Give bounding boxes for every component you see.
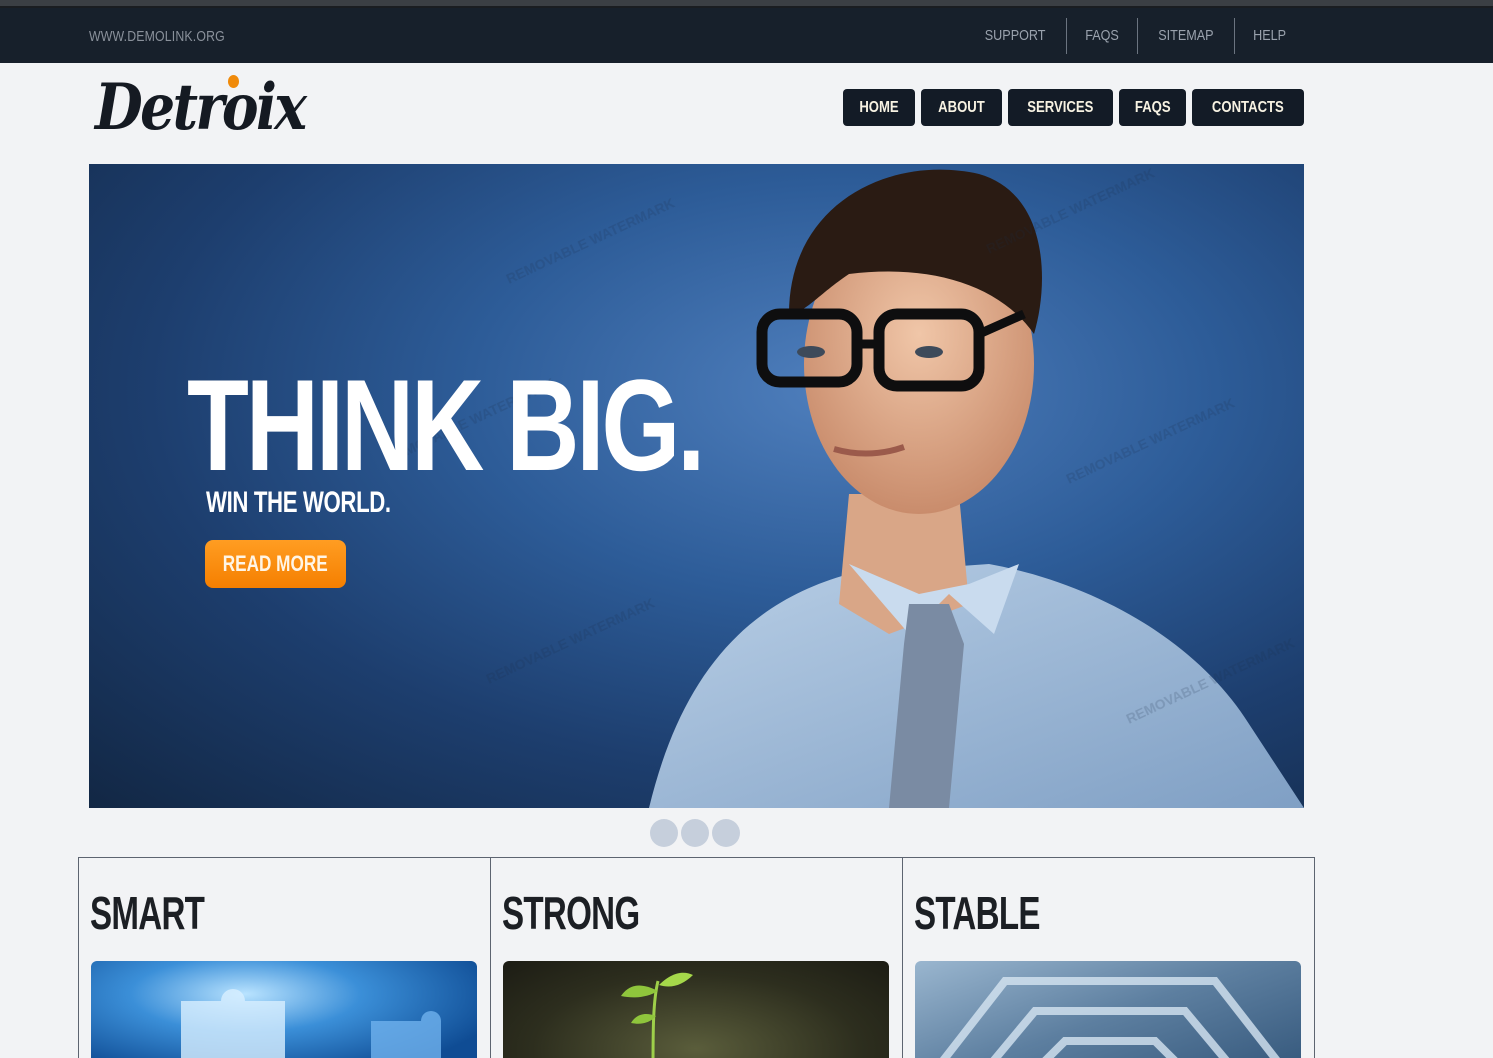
main-nav: HOME ABOUT SERVICES FAQS CONTACTS	[843, 89, 1304, 126]
feature-image-puzzle[interactable]	[91, 961, 477, 1058]
nav-services-button[interactable]: SERVICES	[1008, 89, 1113, 126]
svg-text:REMOVABLE WATERMARK: REMOVABLE WATERMARK	[504, 195, 677, 287]
browser-chrome-strip	[0, 0, 1493, 8]
feature-image-sprout[interactable]	[503, 961, 889, 1058]
logo-text: Detroix	[95, 70, 307, 145]
nav-faqs-button[interactable]: FAQS	[1118, 89, 1187, 126]
feature-stable: STABLE	[902, 858, 1314, 1058]
utility-nav: SUPPORT FAQS SITEMAP HELP	[964, 18, 1304, 54]
feature-smart: SMART	[79, 858, 490, 1058]
feature-image-maze[interactable]	[915, 961, 1301, 1058]
svg-text:REMOVABLE WATERMARK: REMOVABLE WATERMARK	[484, 595, 657, 687]
read-more-button[interactable]: READ MORE	[205, 540, 346, 588]
site-logo[interactable]: Detroix	[95, 68, 307, 150]
svg-text:REMOVABLE WATERMARK: REMOVABLE WATERMARK	[1064, 395, 1237, 487]
hero-headline: THINK BIG.	[187, 352, 705, 498]
util-link-faqs[interactable]: FAQS	[1065, 18, 1137, 54]
feature-title: STABLE	[914, 887, 1040, 939]
nav-about-button[interactable]: ABOUT	[921, 89, 1003, 126]
site-url: WWW.DEMOLINK.ORG	[89, 28, 225, 45]
features-row: SMART STRONG STABLE	[78, 857, 1315, 1058]
feature-title: STRONG	[502, 887, 640, 939]
feature-strong: STRONG	[490, 858, 902, 1058]
nav-home-button[interactable]: HOME	[843, 89, 916, 126]
util-link-support[interactable]: SUPPORT	[964, 18, 1066, 54]
hero-slider: REMOVABLE WATERMARK REMOVABLE WATERMARK …	[89, 164, 1304, 808]
logo-dot-icon	[228, 75, 239, 88]
maze-icon	[940, 977, 1280, 1058]
sprout-icon	[621, 972, 693, 1058]
nav-contacts-button[interactable]: CONTACTS	[1192, 89, 1304, 126]
top-utility-bar: WWW.DEMOLINK.ORG SUPPORT FAQS SITEMAP HE…	[0, 8, 1493, 63]
slider-dot-1[interactable]	[650, 819, 678, 847]
slider-dot-2[interactable]	[681, 819, 709, 847]
feature-title: SMART	[90, 887, 205, 939]
hero-subheadline: WIN THE WORLD.	[206, 486, 391, 519]
slider-dot-3[interactable]	[712, 819, 740, 847]
util-link-sitemap[interactable]: SITEMAP	[1136, 18, 1234, 54]
slider-pagination	[650, 819, 740, 847]
util-link-help[interactable]: HELP	[1233, 18, 1304, 54]
puzzle-icon	[181, 989, 441, 1058]
